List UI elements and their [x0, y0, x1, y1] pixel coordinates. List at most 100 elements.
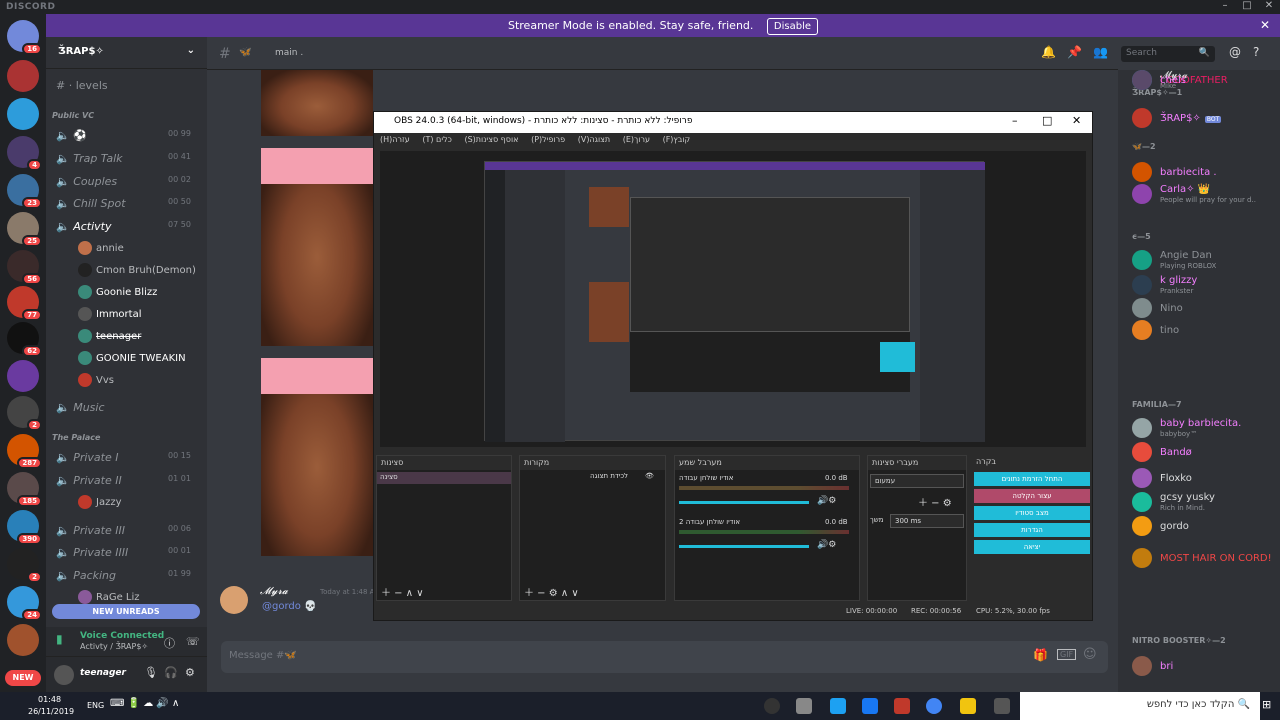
avatar[interactable]	[54, 665, 74, 685]
server-icon[interactable]: 2	[7, 548, 42, 583]
voice-channel[interactable]: 🔈 Private IIII 00 01	[56, 546, 191, 559]
obs-preview[interactable]	[380, 151, 1086, 447]
scene-item[interactable]: סצינה	[377, 472, 511, 484]
server-icon[interactable]: 4	[7, 136, 42, 171]
server-icon[interactable]: 390	[7, 510, 42, 545]
start-streaming-button[interactable]: התחל הזרמת נתונים	[974, 472, 1090, 486]
voice-user[interactable]: RaGe Liz	[78, 590, 140, 604]
close-icon[interactable]: ✕	[1072, 114, 1081, 127]
clock-date[interactable]: 26/11/2019	[28, 707, 74, 716]
app-taskbar-icon[interactable]	[862, 698, 878, 714]
voice-channel[interactable]: 🔈 Trap Talk 00 41	[56, 152, 191, 165]
members-icon[interactable]: 👥	[1093, 45, 1108, 59]
emoji-icon[interactable]: ☺	[1083, 647, 1097, 662]
add-source-icon[interactable]: ＋ − ⚙ ∧ ∨	[524, 584, 579, 599]
avatar[interactable]	[220, 586, 248, 614]
voice-channel[interactable]: 🔈 Private III 00 06	[56, 524, 191, 537]
member-item[interactable]: chels	[1132, 70, 1280, 92]
message-mention[interactable]: @gordo 💀	[262, 601, 317, 612]
menu-scene-collection[interactable]: אוסף סצינות(S)	[464, 135, 518, 144]
server-icon[interactable]: 287	[7, 434, 42, 469]
voice-user[interactable]: Vvs	[78, 373, 114, 387]
bell-icon[interactable]: 🔔	[1041, 45, 1056, 59]
app-taskbar-icon[interactable]	[796, 698, 812, 714]
new-badge[interactable]: NEW	[5, 670, 41, 686]
voice-channel[interactable]: 🔈 Music	[56, 401, 105, 414]
server-icon[interactable]: 77	[7, 286, 42, 321]
voice-channel[interactable]: 🔈 ⚽ 00 99	[56, 129, 191, 142]
transition-select[interactable]: עמעום	[870, 474, 964, 488]
taskbar-search-input[interactable]: 🔍 הקלד כאן כדי לחפש	[1020, 692, 1260, 720]
maximize-icon[interactable]: □	[1236, 0, 1258, 14]
category-the-palace[interactable]: The Palace	[52, 433, 100, 442]
voice-channel[interactable]: 🔈 Couples 00 02	[56, 175, 191, 188]
voice-user[interactable]: GOONIE TWEAKIN	[78, 351, 186, 365]
member-item[interactable]: MOST HAIR ON CORD!	[1132, 548, 1280, 570]
task-view-icon[interactable]	[994, 698, 1010, 714]
server-icon[interactable]: 56	[7, 250, 42, 285]
voice-channel[interactable]: 🔈 Private I 00 15	[56, 451, 191, 464]
gif-icon[interactable]: GIF	[1057, 649, 1077, 660]
source-item[interactable]: לכידת תצוגה	[590, 472, 628, 480]
voice-user[interactable]: teenager	[78, 329, 141, 343]
voice-channel-active[interactable]: 🔈 Activty 07 50	[56, 220, 191, 233]
voice-user[interactable]: Immortal	[78, 307, 142, 321]
system-tray-icons[interactable]: ⌨ 🔋 ☁ 🔊 ∧	[110, 698, 179, 709]
member-item[interactable]: Angie Dan Playing ROBLOX	[1132, 250, 1280, 272]
obs-taskbar-icon[interactable]	[764, 698, 780, 714]
member-item[interactable]: gcsy yusky Rich in Mind.	[1132, 492, 1280, 514]
settings-button[interactable]: הגדרות	[974, 523, 1090, 537]
menu-view[interactable]: תצוגה(V)	[578, 135, 610, 144]
voice-channel[interactable]: 🔈 Packing 01 99	[56, 569, 191, 582]
add-scene-icon[interactable]: ＋ − ∧ ∨	[381, 584, 424, 599]
voice-user[interactable]: annie	[78, 241, 124, 255]
language-indicator[interactable]: ENG	[87, 701, 104, 710]
image-attachment[interactable]	[261, 148, 373, 346]
stop-recording-button[interactable]: עצור הקלטה	[974, 489, 1090, 503]
new-unreads-button[interactable]: NEW UNREADS	[52, 604, 200, 619]
image-attachment[interactable]	[261, 70, 373, 136]
home-icon[interactable]: 16	[7, 20, 42, 55]
member-item[interactable]: bri	[1132, 656, 1280, 678]
minimize-icon[interactable]: –	[1012, 114, 1018, 127]
server-icon[interactable]: 23	[7, 174, 42, 209]
duration-input[interactable]: 300 ms	[890, 514, 964, 528]
voice-channel[interactable]: 🔈 Private II 01 01	[56, 474, 191, 487]
category-public-vc[interactable]: Public VC	[52, 111, 94, 120]
disconnect-icon[interactable]: ☏	[186, 635, 200, 648]
menu-help[interactable]: עזרה(H)	[380, 135, 410, 144]
folder-icon[interactable]	[960, 698, 976, 714]
minimize-icon[interactable]: –	[1214, 0, 1236, 14]
member-item[interactable]: Bandø	[1132, 442, 1280, 464]
server-icon[interactable]	[7, 360, 39, 392]
add-transition-icon[interactable]: ＋ − ⚙	[918, 494, 952, 509]
message-input[interactable]: Message #🦋 🎁 GIF ☺	[221, 641, 1108, 673]
server-icon[interactable]	[7, 60, 39, 92]
member-item[interactable]: barbiecita .	[1132, 162, 1280, 184]
message-author[interactable]: 𝓜𝔂𝓻𝓪	[260, 586, 288, 597]
studio-mode-button[interactable]: מצב סטודיו	[974, 506, 1090, 520]
close-icon[interactable]: ✕	[1258, 0, 1280, 14]
pin-icon[interactable]: 📌	[1067, 45, 1082, 59]
speaker-icon[interactable]: 🔊⚙	[817, 540, 836, 550]
server-icon[interactable]	[7, 624, 39, 656]
eye-icon[interactable]: 👁	[645, 472, 654, 480]
banner-close-icon[interactable]: ✕	[1260, 14, 1270, 37]
app-taskbar-icon[interactable]	[830, 698, 846, 714]
voice-user[interactable]: Jazzy	[78, 495, 122, 509]
microphone-icon[interactable]: 🎙	[144, 666, 158, 679]
clock-time[interactable]: 01:48	[38, 695, 61, 704]
server-icon[interactable]: 185	[7, 472, 42, 507]
server-icon[interactable]: 2	[7, 396, 42, 431]
menu-file[interactable]: קובץ(F)	[663, 135, 691, 144]
server-header[interactable]: ǮRAP$✧ ⌄	[46, 37, 207, 69]
windows-start-icon[interactable]: ⊞	[1262, 698, 1271, 711]
member-item[interactable]: k glizzy Prankster	[1132, 275, 1280, 297]
image-attachment[interactable]	[261, 358, 373, 556]
gift-icon[interactable]: 🎁	[1033, 648, 1048, 662]
help-icon[interactable]: ?	[1253, 45, 1259, 59]
member-item[interactable]: ǮRAP$✧ BOT	[1132, 108, 1280, 130]
gear-icon[interactable]: ⚙	[185, 666, 195, 679]
volume-slider[interactable]	[679, 501, 809, 504]
search-input[interactable]: Search 🔍	[1121, 46, 1215, 62]
